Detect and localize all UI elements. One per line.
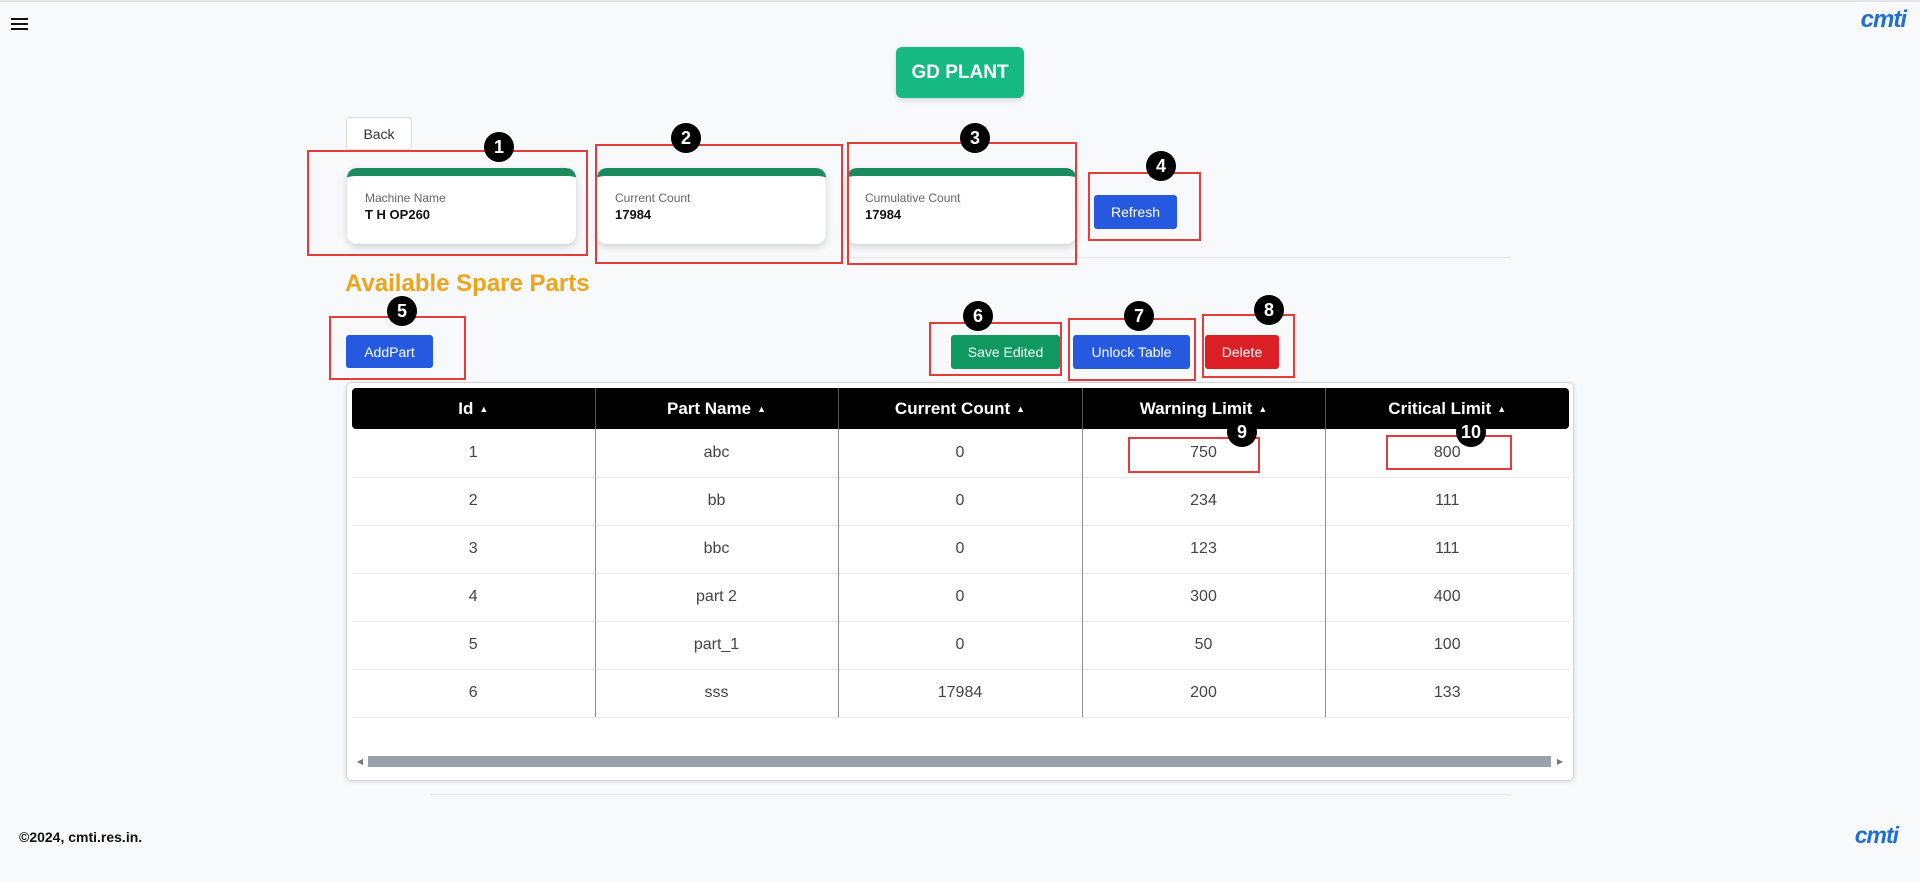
refresh-button[interactable]: Refresh	[1094, 195, 1177, 229]
scroll-right-arrow-icon[interactable]: ▶	[1555, 755, 1565, 768]
table-row: 3 bbc 0 123 111	[352, 525, 1569, 574]
card-label: Current Count	[615, 191, 691, 205]
cell-warning-limit[interactable]: 750	[1081, 429, 1325, 478]
spare-parts-table-container: Id ▲ Part Name ▲ Current Count ▲ Warning Li…	[346, 382, 1574, 781]
card-value: 17984	[865, 207, 902, 222]
cell-critical-limit[interactable]: 400	[1324, 573, 1569, 622]
scroll-left-arrow-icon[interactable]: ◀	[355, 755, 365, 768]
current-count-card: Current Count 17984	[597, 168, 826, 244]
annotation-badge: 3	[960, 123, 990, 153]
save-edited-button[interactable]: Save Edited	[951, 335, 1060, 369]
table-row: 1 abc 0 750 800	[352, 429, 1569, 478]
cell-id[interactable]: 6	[352, 669, 595, 718]
annotation-badge: 4	[1146, 151, 1176, 181]
sort-ascending-icon[interactable]: ▲	[757, 404, 766, 414]
back-button[interactable]: Back	[346, 117, 412, 150]
horizontal-scrollbar[interactable]: ◀ ▶	[355, 755, 1565, 768]
plant-button[interactable]: GD PLANT	[896, 47, 1024, 98]
top-border	[0, 0, 1920, 2]
cell-part-name[interactable]: abc	[594, 429, 838, 478]
scrollbar-thumb[interactable]	[368, 756, 1551, 767]
annotation-badge: 1	[484, 132, 514, 162]
annotation-badge: 2	[671, 123, 701, 153]
annotation-badge: 10	[1456, 417, 1486, 447]
column-header-warning-limit[interactable]: Warning Limit ▲	[1081, 388, 1325, 429]
cell-part-name[interactable]: bb	[594, 477, 838, 526]
footer-copyright: ©2024, cmti.res.in.	[19, 829, 143, 845]
cmti-logo: cmti	[1854, 822, 1899, 848]
hamburger-menu-icon[interactable]	[11, 18, 28, 30]
cell-id[interactable]: 5	[352, 621, 595, 670]
sort-ascending-icon[interactable]: ▲	[479, 404, 488, 414]
cell-warning-limit[interactable]: 300	[1081, 573, 1325, 622]
cell-critical-limit[interactable]: 111	[1324, 525, 1569, 574]
table-row: 2 bb 0 234 111	[352, 477, 1569, 526]
card-label: Cumulative Count	[865, 191, 961, 205]
table-row: 4 part 2 0 300 400	[352, 573, 1569, 622]
cell-current-count[interactable]: 0	[837, 621, 1082, 670]
cell-current-count[interactable]: 17984	[837, 669, 1082, 718]
cell-current-count[interactable]: 0	[837, 477, 1082, 526]
annotation-badge: 7	[1124, 301, 1154, 331]
annotation-badge: 6	[963, 301, 993, 331]
machine-name-card: Machine Name T H OP260	[347, 168, 576, 244]
spare-parts-table: Id ▲ Part Name ▲ Current Count ▲ Warning Li…	[352, 388, 1569, 718]
section-title: Available Spare Parts	[345, 270, 590, 297]
table-row: 5 part_1 0 50 100	[352, 621, 1569, 670]
cell-critical-limit[interactable]: 800	[1324, 429, 1569, 478]
column-header-critical-limit[interactable]: Critical Limit ▲	[1324, 388, 1569, 429]
cell-current-count[interactable]: 0	[837, 525, 1082, 574]
cell-critical-limit[interactable]: 111	[1324, 477, 1569, 526]
column-header-current-count[interactable]: Current Count ▲	[837, 388, 1082, 429]
card-value: T H OP260	[365, 207, 431, 222]
delete-button[interactable]: Delete	[1205, 335, 1279, 369]
divider	[430, 794, 1510, 795]
cell-id[interactable]: 2	[352, 477, 595, 526]
card-label: Machine Name	[365, 191, 446, 205]
sort-ascending-icon[interactable]: ▲	[1258, 404, 1267, 414]
cell-id[interactable]: 1	[352, 429, 595, 478]
cell-part-name[interactable]: sss	[594, 669, 838, 718]
annotation-badge: 9	[1227, 417, 1257, 447]
column-header-id[interactable]: Id ▲	[352, 388, 595, 429]
divider	[840, 257, 1510, 258]
column-header-part-name[interactable]: Part Name ▲	[594, 388, 838, 429]
cell-warning-limit[interactable]: 234	[1081, 477, 1325, 526]
cell-warning-limit[interactable]: 123	[1081, 525, 1325, 574]
table-row: 6 sss 17984 200 133	[352, 669, 1569, 718]
sort-ascending-icon[interactable]: ▲	[1016, 404, 1025, 414]
cell-critical-limit[interactable]: 100	[1324, 621, 1569, 670]
cell-critical-limit[interactable]: 133	[1324, 669, 1569, 718]
cell-part-name[interactable]: part 2	[594, 573, 838, 622]
cell-id[interactable]: 4	[352, 573, 595, 622]
cell-current-count[interactable]: 0	[837, 429, 1082, 478]
annotation-badge: 8	[1254, 295, 1284, 325]
unlock-table-button[interactable]: Unlock Table	[1073, 335, 1190, 369]
annotation-badge: 5	[387, 296, 417, 326]
cumulative-count-card: Cumulative Count 17984	[847, 168, 1076, 244]
cmti-logo: cmti	[1860, 6, 1907, 33]
sort-ascending-icon[interactable]: ▲	[1497, 404, 1506, 414]
cell-warning-limit[interactable]: 50	[1081, 621, 1325, 670]
table-header-row: Id ▲ Part Name ▲ Current Count ▲ Warning Li…	[352, 388, 1569, 429]
card-value: 17984	[615, 207, 652, 222]
cell-part-name[interactable]: part_1	[594, 621, 838, 670]
add-part-button[interactable]: AddPart	[346, 335, 433, 368]
cell-part-name[interactable]: bbc	[594, 525, 838, 574]
cell-id[interactable]: 3	[352, 525, 595, 574]
cell-current-count[interactable]: 0	[837, 573, 1082, 622]
cell-warning-limit[interactable]: 200	[1081, 669, 1325, 718]
